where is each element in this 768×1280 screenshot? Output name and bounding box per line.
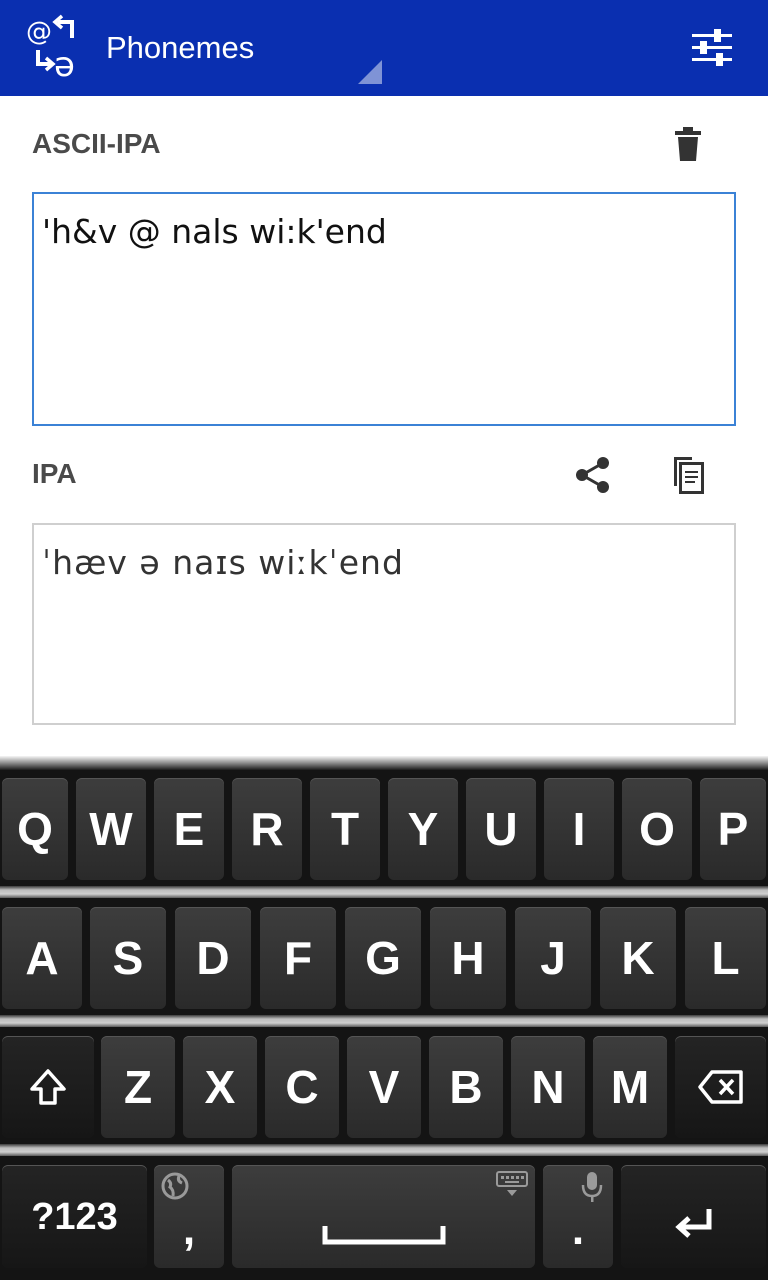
key-n[interactable]: N	[511, 1036, 585, 1138]
microphone-icon	[581, 1172, 603, 1202]
ascii-ipa-input[interactable]: 'h&v @ nals wi:k'end	[32, 192, 736, 426]
clear-button[interactable]	[672, 126, 704, 162]
key-a[interactable]: A	[2, 907, 82, 1009]
keyboard-row-separator	[0, 1144, 768, 1156]
space-key[interactable]	[232, 1165, 535, 1268]
keyboard-top-edge	[0, 756, 768, 770]
key-m[interactable]: M	[593, 1036, 667, 1138]
key-v[interactable]: V	[347, 1036, 421, 1138]
key-y[interactable]: Y	[388, 778, 458, 880]
enter-key[interactable]	[621, 1165, 766, 1268]
key-o[interactable]: O	[622, 778, 692, 880]
key-u[interactable]: U	[466, 778, 536, 880]
keyboard-icon	[496, 1171, 528, 1196]
symbols-key[interactable]: ?123	[2, 1165, 147, 1268]
shift-key[interactable]	[2, 1036, 94, 1138]
key-w[interactable]: W	[76, 778, 146, 880]
comma-key[interactable]: ,	[154, 1165, 224, 1268]
key-j[interactable]: J	[515, 907, 591, 1009]
key-l[interactable]: L	[685, 907, 766, 1009]
sliders-icon	[692, 29, 732, 66]
app-logo-icon: @ ə	[22, 14, 88, 85]
key-s[interactable]: S	[90, 907, 166, 1009]
globe-icon	[161, 1172, 189, 1200]
ipa-label: IPA	[32, 458, 77, 489]
key-c[interactable]: C	[265, 1036, 339, 1138]
trash-icon	[675, 127, 701, 161]
key-k[interactable]: K	[600, 907, 676, 1009]
copy-icon	[674, 457, 704, 494]
key-q[interactable]: Q	[2, 778, 68, 880]
ascii-ipa-input-text: 'h&v @ nals wi:k'end	[42, 212, 387, 251]
key-e[interactable]: E	[154, 778, 224, 880]
keyboard-row-separator	[0, 886, 768, 898]
share-icon	[576, 457, 609, 493]
logo-bottom-text: ə	[54, 45, 75, 80]
app-title-spinner[interactable]: Phonemes	[106, 30, 254, 66]
key-p[interactable]: P	[700, 778, 766, 880]
key-z[interactable]: Z	[101, 1036, 175, 1138]
ipa-output[interactable]: ˈhæv ə naɪs wiːkˈend	[32, 523, 736, 725]
ascii-ipa-label: ASCII-IPA	[32, 128, 161, 159]
key-t[interactable]: T	[310, 778, 380, 880]
key-g[interactable]: G	[345, 907, 421, 1009]
settings-sliders-button[interactable]	[690, 28, 734, 68]
key-b[interactable]: B	[429, 1036, 503, 1138]
space-bar-icon	[322, 1225, 445, 1244]
logo-top-text: @	[26, 17, 52, 47]
ipa-output-text: ˈhæv ə naɪs wiːkˈend	[42, 543, 404, 582]
backspace-icon	[697, 1070, 743, 1104]
key-h[interactable]: H	[430, 907, 506, 1009]
key-f[interactable]: F	[260, 907, 336, 1009]
period-key[interactable]: .	[543, 1165, 613, 1268]
key-d[interactable]: D	[175, 907, 251, 1009]
enter-arrow-icon	[674, 1208, 711, 1238]
spinner-arrow-icon[interactable]	[358, 60, 382, 84]
app-bar: @ ə Phonemes	[0, 0, 768, 96]
copy-button[interactable]	[670, 454, 706, 496]
backspace-key[interactable]	[675, 1036, 766, 1138]
share-button[interactable]	[574, 456, 612, 494]
keyboard-row-separator	[0, 1015, 768, 1027]
shift-arrow-icon	[30, 1069, 66, 1105]
key-i[interactable]: I	[544, 778, 614, 880]
key-x[interactable]: X	[183, 1036, 257, 1138]
key-r[interactable]: R	[232, 778, 302, 880]
